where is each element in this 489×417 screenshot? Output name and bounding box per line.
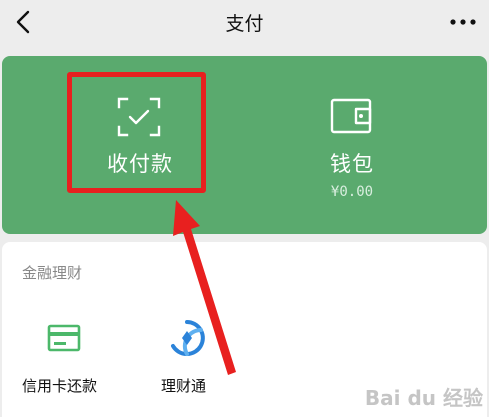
credit-card-icon xyxy=(47,324,81,352)
more-dots-icon xyxy=(450,19,476,25)
highlight-box xyxy=(67,72,206,193)
wallet-icon xyxy=(330,98,372,134)
more-button[interactable] xyxy=(447,6,479,38)
wallet-label: 钱包 xyxy=(330,152,374,176)
licaitong-label: 理财通 xyxy=(161,377,207,395)
page-title: 支付 xyxy=(225,12,264,35)
watermark: Bai du 经验 xyxy=(364,386,483,410)
licaitong-item[interactable]: 理财通 xyxy=(127,320,247,400)
top-bar: 支付 xyxy=(0,0,489,44)
licaitong-icon xyxy=(171,320,205,356)
credit-card-repay-item[interactable]: 信用卡还款 xyxy=(2,320,122,400)
credit-card-repay-label: 信用卡还款 xyxy=(22,377,98,395)
wallet-tile[interactable]: 钱包 ¥0.00 xyxy=(258,56,458,234)
wallet-balance: ¥0.00 xyxy=(330,184,374,200)
finance-section-title: 金融理财 xyxy=(22,264,83,282)
